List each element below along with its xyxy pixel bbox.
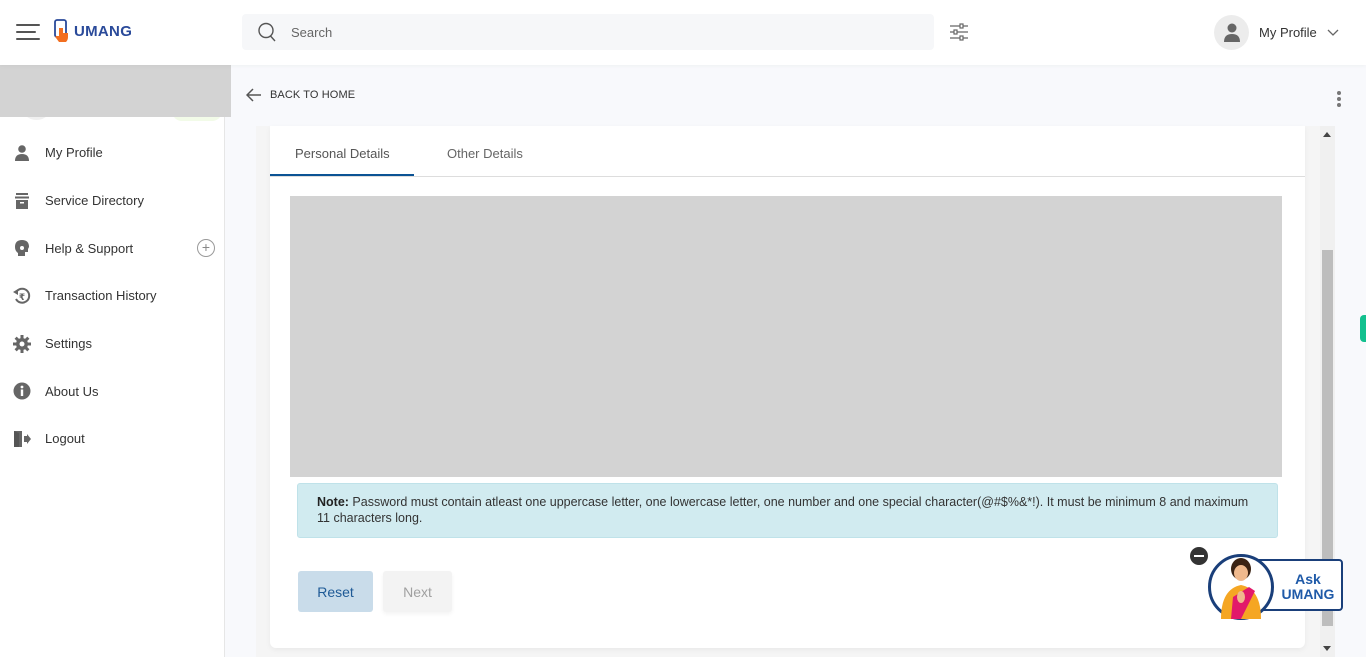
- top-header: UMANG My Profile: [0, 0, 1366, 65]
- redacted-form-fields: [290, 196, 1282, 477]
- sidebar-item-label: Service Directory: [45, 193, 144, 209]
- reset-button[interactable]: Reset: [298, 571, 373, 612]
- tab-other-details[interactable]: Other Details: [447, 146, 523, 161]
- profile-form-card: Personal Details Other Details Note: Pas…: [270, 126, 1305, 648]
- password-note: Note: Password must contain atleast one …: [297, 483, 1278, 538]
- info-icon: [12, 381, 32, 401]
- redacted-user-banner: [0, 60, 231, 117]
- filter-sliders-icon[interactable]: [949, 22, 969, 42]
- feedback-side-tab[interactable]: [1360, 315, 1366, 342]
- sidebar: My Profile Service Directory Help & Supp…: [0, 60, 231, 657]
- sidebar-item-label: About Us: [45, 383, 99, 399]
- sidebar-item-label: Settings: [45, 336, 92, 352]
- note-label: Note:: [317, 495, 349, 509]
- rupee-history-icon: ₹: [12, 286, 32, 306]
- ask-label-line2: UMANG: [1281, 586, 1335, 602]
- back-to-home-link[interactable]: BACK TO HOME: [246, 88, 355, 102]
- sidebar-item-service-directory[interactable]: Service Directory: [0, 177, 225, 225]
- ask-label-line1: Ask: [1295, 571, 1321, 587]
- sidebar-nav: My Profile Service Directory Help & Supp…: [0, 129, 225, 463]
- chevron-down-icon: [1327, 29, 1339, 36]
- note-text: Password must contain atleast one upperc…: [317, 495, 1249, 525]
- next-button[interactable]: Next: [383, 571, 452, 612]
- logout-icon: [12, 429, 32, 449]
- sidebar-item-label: Logout: [45, 431, 85, 447]
- sidebar-item-logout[interactable]: Logout: [0, 415, 225, 463]
- profile-menu[interactable]: My Profile: [1214, 15, 1339, 50]
- chatbot-avatar: [1208, 554, 1274, 620]
- profile-label: My Profile: [1259, 25, 1317, 40]
- tab-bar: Personal Details Other Details: [270, 126, 1305, 177]
- sidebar-item-transaction-history[interactable]: ₹ Transaction History: [0, 272, 225, 320]
- sidebar-item-about-us[interactable]: About Us: [0, 367, 225, 415]
- sidebar-item-label: My Profile: [45, 145, 103, 161]
- archive-icon: [12, 191, 32, 211]
- search-input[interactable]: [291, 24, 891, 40]
- avatar: [1214, 15, 1249, 50]
- search-icon: [258, 22, 276, 42]
- active-tab-indicator: [270, 174, 414, 176]
- headset-icon: [12, 238, 32, 258]
- scroll-down-arrow-icon[interactable]: [1323, 646, 1331, 651]
- user-icon: [1223, 23, 1240, 42]
- user-icon: [12, 143, 32, 163]
- arrow-left-icon: [246, 88, 261, 102]
- search-bar[interactable]: [242, 14, 934, 50]
- ask-umang-chatbot[interactable]: Ask UMANG: [1190, 542, 1345, 624]
- scroll-up-arrow-icon[interactable]: [1323, 132, 1331, 137]
- svg-text:₹: ₹: [19, 293, 25, 303]
- umang-logo[interactable]: UMANG: [53, 19, 132, 43]
- more-options-icon[interactable]: [1336, 91, 1342, 107]
- tab-personal-details[interactable]: Personal Details: [295, 146, 390, 161]
- sidebar-item-my-profile[interactable]: My Profile: [0, 129, 225, 177]
- app-name: UMANG: [74, 22, 133, 40]
- assistant-character-icon: [1221, 558, 1261, 619]
- expand-plus-icon[interactable]: +: [197, 239, 215, 258]
- hamburger-menu-icon[interactable]: [16, 24, 40, 42]
- phone-hand-icon: [54, 19, 68, 42]
- sidebar-item-label: Transaction History: [45, 288, 157, 304]
- back-label: BACK TO HOME: [270, 89, 356, 101]
- sidebar-item-label: Help & Support: [45, 240, 134, 256]
- sidebar-item-help-support[interactable]: Help & Support +: [0, 224, 225, 272]
- minimize-chatbot-icon[interactable]: [1190, 547, 1208, 565]
- sidebar-item-settings[interactable]: Settings: [0, 320, 225, 368]
- gear-icon: [12, 334, 32, 354]
